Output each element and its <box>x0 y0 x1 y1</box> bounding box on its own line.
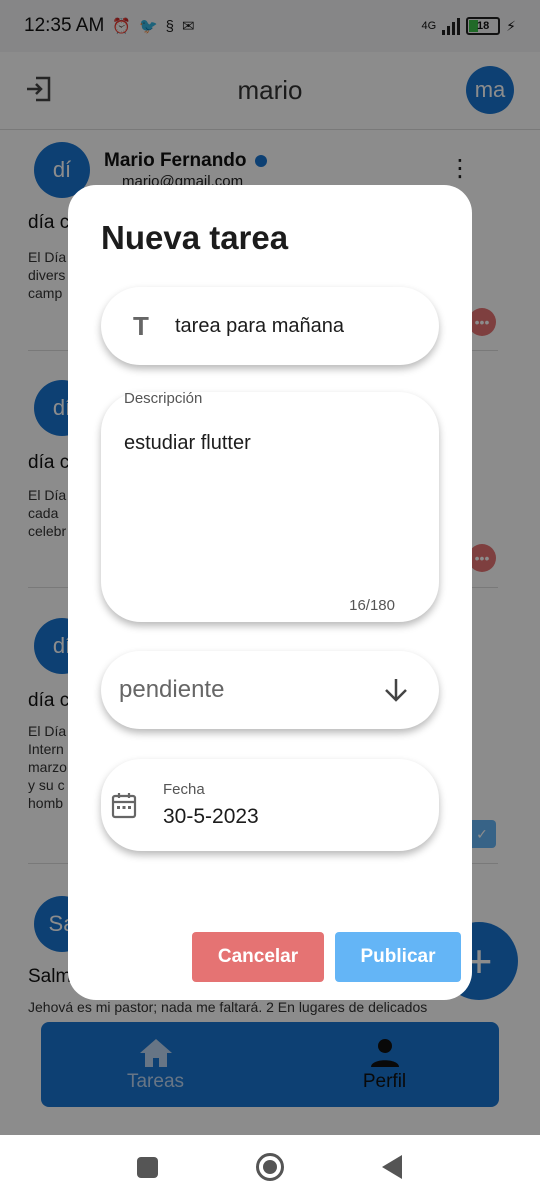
new-task-dialog: Nueva tarea T tarea para mañana estudiar… <box>68 185 472 1000</box>
text-icon: T <box>133 310 149 341</box>
calendar-icon <box>111 793 137 819</box>
dialog-title: Nueva tarea <box>101 219 289 256</box>
char-counter: 16/180 <box>349 597 395 614</box>
date-value: 30-5-2023 <box>163 805 259 828</box>
date-field[interactable]: Fecha 30-5-2023 <box>101 759 439 851</box>
cancel-button[interactable]: Cancelar <box>192 932 324 982</box>
description-label: Descripción <box>124 390 203 407</box>
system-nav-bar <box>0 1135 540 1200</box>
task-title-value: tarea para mañana <box>175 314 345 337</box>
date-label: Fecha <box>163 781 205 798</box>
recents-icon[interactable] <box>137 1157 158 1178</box>
back-icon[interactable] <box>382 1155 402 1179</box>
status-value: pendiente <box>119 676 225 703</box>
home-button-icon[interactable] <box>256 1153 284 1181</box>
task-title-field[interactable]: T tarea para mañana <box>101 287 439 365</box>
description-field[interactable]: estudiar flutter 16/180 <box>101 392 439 622</box>
description-value: estudiar flutter <box>124 432 251 454</box>
publish-button[interactable]: Publicar <box>335 932 461 982</box>
arrow-down-icon <box>385 679 407 702</box>
status-dropdown[interactable]: pendiente <box>101 651 439 729</box>
